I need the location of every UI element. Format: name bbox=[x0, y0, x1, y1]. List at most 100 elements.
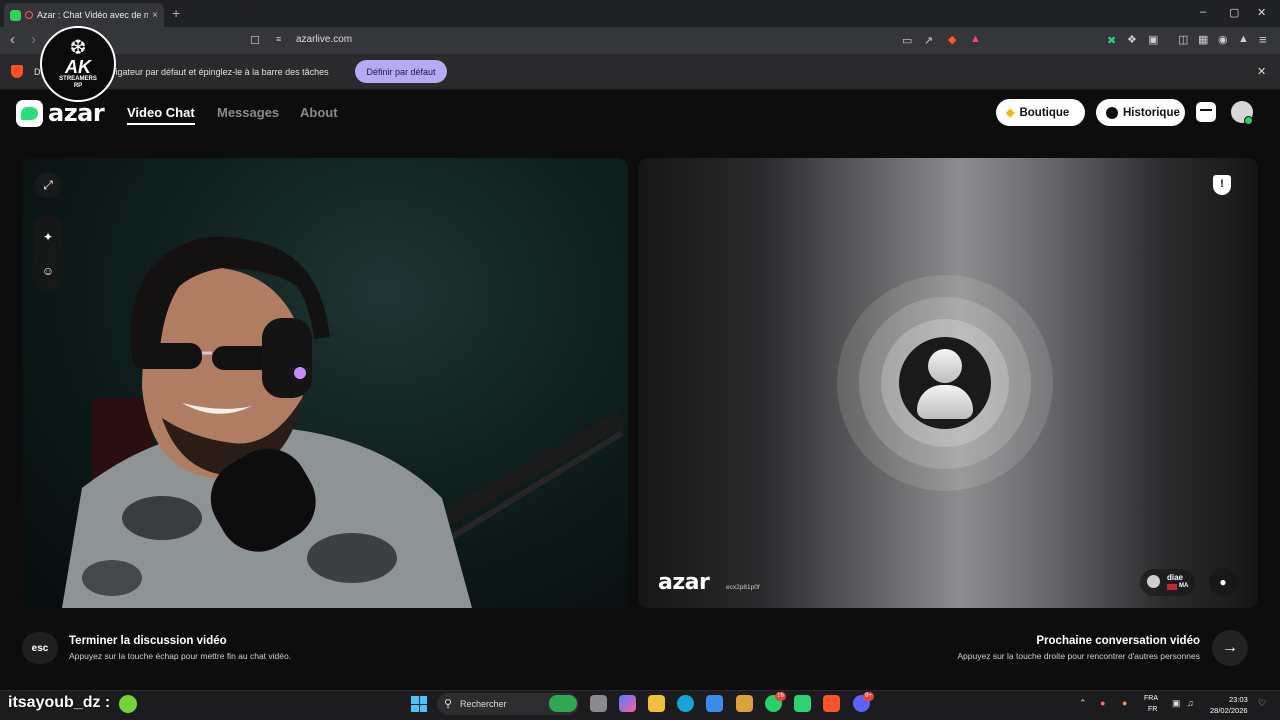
network-icon[interactable]: ▣ bbox=[1172, 698, 1181, 709]
end-chat-title: Terminer la discussion vidéo bbox=[69, 635, 227, 647]
boutique-label: Boutique bbox=[1019, 106, 1070, 119]
window-minimize-button[interactable]: – bbox=[1200, 6, 1206, 18]
streamer-handle: itsayoub_dz : bbox=[8, 694, 111, 711]
back-button[interactable]: ‹ bbox=[10, 31, 15, 48]
brave-shields-icon[interactable]: ◆ bbox=[948, 33, 956, 46]
next-chat-hint: Appuyez sur la touche droite pour rencon… bbox=[957, 651, 1200, 661]
volume-icon[interactable]: ♫ bbox=[1187, 698, 1194, 708]
share-icon[interactable]: ↗ bbox=[924, 34, 933, 47]
tab-title: Azar : Chat Vidéo avec de no bbox=[37, 10, 149, 20]
window-close-button[interactable]: ✕ bbox=[1257, 6, 1266, 19]
magic-wand-icon[interactable]: ✦ bbox=[35, 224, 61, 250]
edge-icon[interactable] bbox=[677, 695, 694, 712]
clock-icon bbox=[1106, 106, 1118, 119]
language-indicator[interactable]: FRA bbox=[1144, 695, 1158, 702]
bookmark-icon[interactable]: ☐ bbox=[250, 34, 260, 47]
wallet-icon[interactable]: ▣ bbox=[1148, 33, 1158, 46]
brave-rewards-icon[interactable]: ▲ bbox=[970, 33, 981, 45]
azar-favicon-icon bbox=[10, 9, 21, 21]
peer-country: MA bbox=[1179, 583, 1189, 589]
azar-watermark: azar bbox=[658, 570, 710, 595]
boutique-button[interactable]: ◆ Boutique bbox=[996, 99, 1085, 126]
peer-avatar-icon bbox=[1147, 575, 1160, 588]
profile-notification-badge bbox=[1244, 116, 1253, 125]
sidebar-icon[interactable]: ◫ bbox=[1178, 33, 1188, 46]
logo-subtitle-2: RP bbox=[73, 83, 83, 89]
self-video-frame bbox=[62, 236, 626, 608]
cast-icon[interactable]: ▭ bbox=[902, 34, 912, 47]
keyboard-layout[interactable]: FR bbox=[1148, 706, 1157, 713]
weather-widget-icon[interactable] bbox=[549, 695, 577, 712]
set-default-button[interactable]: Définir par défaut bbox=[355, 60, 447, 83]
extension-x-icon[interactable]: ✖ bbox=[1107, 34, 1116, 47]
esc-key-button[interactable]: esc bbox=[22, 632, 58, 664]
azar-wordmark: azar bbox=[48, 99, 105, 127]
logo-subtitle-1: STREAMERS bbox=[59, 76, 97, 82]
tab-close-button[interactable]: × bbox=[152, 10, 158, 21]
copilot-icon[interactable] bbox=[619, 695, 636, 712]
file-explorer-icon[interactable] bbox=[648, 695, 665, 712]
next-chat-title: Prochaine conversation vidéo bbox=[1036, 635, 1200, 647]
new-tab-button[interactable]: + bbox=[172, 5, 180, 21]
android-app-icon[interactable] bbox=[794, 695, 811, 712]
streamer-logo: ❆ AK STREAMERS RP bbox=[40, 26, 116, 102]
inbox-icon[interactable] bbox=[1196, 102, 1216, 122]
phoenix-icon: ❆ bbox=[69, 37, 87, 59]
url-text[interactable]: azarlive.com bbox=[296, 34, 352, 45]
recording-indicator-icon bbox=[25, 11, 33, 19]
next-arrow-button[interactable]: → bbox=[1212, 630, 1248, 666]
chat-bubble-icon[interactable]: ● bbox=[1209, 568, 1237, 596]
avatar-head bbox=[928, 349, 962, 383]
nav-about[interactable]: About bbox=[300, 105, 338, 120]
logo-title: AK bbox=[65, 57, 91, 77]
peer-code: ecx2p81p0f bbox=[726, 584, 760, 591]
end-chat-hint: Appuyez sur la touche échap pour mettre … bbox=[69, 651, 292, 661]
tray-chevron-icon[interactable]: ⌃ bbox=[1079, 698, 1087, 709]
store-icon[interactable] bbox=[706, 695, 723, 712]
shield-icon[interactable]: ▲ bbox=[1238, 33, 1249, 45]
whatsapp-badge: 16 bbox=[775, 692, 786, 701]
clock-date[interactable]: 28/02/2026 bbox=[1210, 706, 1248, 715]
browser-tab[interactable]: Azar : Chat Vidéo avec de no × bbox=[4, 3, 164, 27]
taskbar-search-label: Rechercher bbox=[460, 699, 507, 709]
search-icon: ⚲ bbox=[444, 698, 453, 710]
notification-bell-icon[interactable]: ♡ bbox=[1258, 698, 1266, 709]
historique-button[interactable]: Historique bbox=[1096, 99, 1185, 126]
windows-taskbar bbox=[0, 690, 1280, 720]
address-bar[interactable] bbox=[245, 3, 990, 24]
historique-label: Historique bbox=[1123, 106, 1180, 119]
brave-taskbar-icon[interactable] bbox=[823, 695, 840, 712]
fullscreen-icon[interactable]: ⤢ bbox=[35, 172, 61, 198]
site-info-icon[interactable]: ≡ bbox=[276, 34, 281, 44]
peer-name: diae bbox=[1167, 573, 1184, 582]
nav-video-chat[interactable]: Video Chat bbox=[127, 105, 195, 125]
nav-messages[interactable]: Messages bbox=[217, 105, 279, 120]
extensions-icon[interactable]: ❖ bbox=[1127, 33, 1137, 46]
avatar-body bbox=[917, 385, 973, 419]
azar-logo[interactable]: azar bbox=[16, 99, 105, 127]
menu-icon[interactable]: ≡ bbox=[1259, 32, 1267, 47]
discord-badge: 9+ bbox=[863, 692, 874, 701]
leo-icon[interactable]: ▦ bbox=[1198, 33, 1208, 46]
infobar-close-button[interactable]: ✕ bbox=[1257, 65, 1266, 78]
windows-start-icon[interactable] bbox=[411, 696, 427, 712]
browser-toolbar bbox=[0, 27, 1280, 54]
brave-logo-icon bbox=[11, 65, 23, 78]
app-icon[interactable] bbox=[736, 695, 753, 712]
face-filter-icon[interactable]: ☺ bbox=[35, 258, 61, 284]
report-icon[interactable]: ! bbox=[1213, 175, 1231, 195]
self-video bbox=[22, 158, 628, 608]
gem-icon: ◆ bbox=[1006, 107, 1015, 119]
tray-app-icon[interactable]: ● bbox=[1100, 698, 1105, 708]
peer-avatar-placeholder-icon bbox=[899, 337, 991, 429]
forward-button[interactable]: › bbox=[31, 31, 36, 48]
vpn-icon[interactable]: ◉ bbox=[1218, 33, 1228, 46]
clock-time[interactable]: 23:03 bbox=[1229, 695, 1248, 704]
window-maximize-button[interactable]: ▢ bbox=[1229, 6, 1239, 19]
task-view-icon[interactable] bbox=[590, 695, 607, 712]
morocco-flag-icon bbox=[1167, 584, 1177, 590]
smiley-emoji-icon bbox=[119, 695, 137, 713]
infobar-text: me navigateur par défaut et épinglez-le … bbox=[86, 67, 329, 77]
azar-logo-icon bbox=[16, 99, 43, 127]
microphone-icon[interactable]: ● bbox=[1122, 698, 1127, 708]
